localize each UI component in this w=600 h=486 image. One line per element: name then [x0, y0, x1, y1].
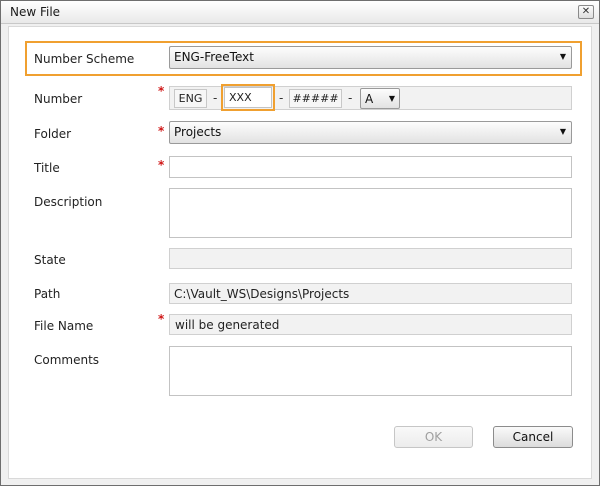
close-button[interactable]: ✕ — [578, 5, 594, 19]
description-textarea[interactable] — [169, 188, 572, 238]
ok-button[interactable]: OK — [394, 426, 473, 448]
folder-value: Projects — [174, 125, 222, 139]
number-scheme-value: ENG-FreeText — [174, 50, 254, 64]
freetext-highlight — [221, 84, 275, 111]
path-field: C:\Vault_WS\Designs\Projects — [169, 283, 572, 304]
revision-value: A — [365, 92, 374, 106]
description-label: Description — [34, 195, 103, 209]
state-label: State — [34, 253, 66, 267]
chevron-down-icon: ▼ — [559, 127, 566, 136]
number-scheme-label: Number Scheme — [34, 52, 135, 66]
window-title: New File — [10, 5, 61, 19]
file-name-field: will be generated — [169, 314, 572, 335]
comments-textarea[interactable] — [169, 346, 572, 396]
file-name-label: File Name — [34, 319, 94, 333]
number-scheme-dropdown[interactable]: ENG-FreeText ▼ — [169, 46, 572, 69]
file-name-required-marker: * — [158, 312, 165, 326]
state-field — [169, 248, 572, 269]
path-value: C:\Vault_WS\Designs\Projects — [174, 287, 350, 301]
number-separator: - — [279, 91, 284, 105]
number-label: Number — [34, 92, 83, 106]
cancel-button[interactable]: Cancel — [493, 426, 573, 448]
revision-dropdown[interactable]: A ▼ — [360, 88, 400, 109]
folder-dropdown[interactable]: Projects ▼ — [169, 121, 572, 144]
title-label: Title — [34, 161, 60, 175]
path-label: Path — [34, 287, 61, 301]
close-icon: ✕ — [581, 6, 591, 17]
chevron-down-icon: ▼ — [559, 52, 566, 61]
title-input[interactable] — [169, 156, 572, 178]
number-separator: - — [348, 91, 353, 105]
number-prefix-segment: ENG — [174, 89, 207, 108]
comments-label: Comments — [34, 353, 100, 367]
title-required-marker: * — [158, 158, 165, 172]
folder-label: Folder — [34, 127, 72, 141]
number-required-marker: * — [158, 84, 165, 98]
number-separator: - — [213, 91, 218, 105]
file-name-value: will be generated — [175, 318, 280, 332]
chevron-down-icon: ▼ — [388, 94, 395, 103]
folder-required-marker: * — [158, 124, 165, 138]
number-sequence-segment: ##### — [289, 89, 342, 108]
title-bar[interactable]: New File ✕ — [1, 1, 599, 24]
